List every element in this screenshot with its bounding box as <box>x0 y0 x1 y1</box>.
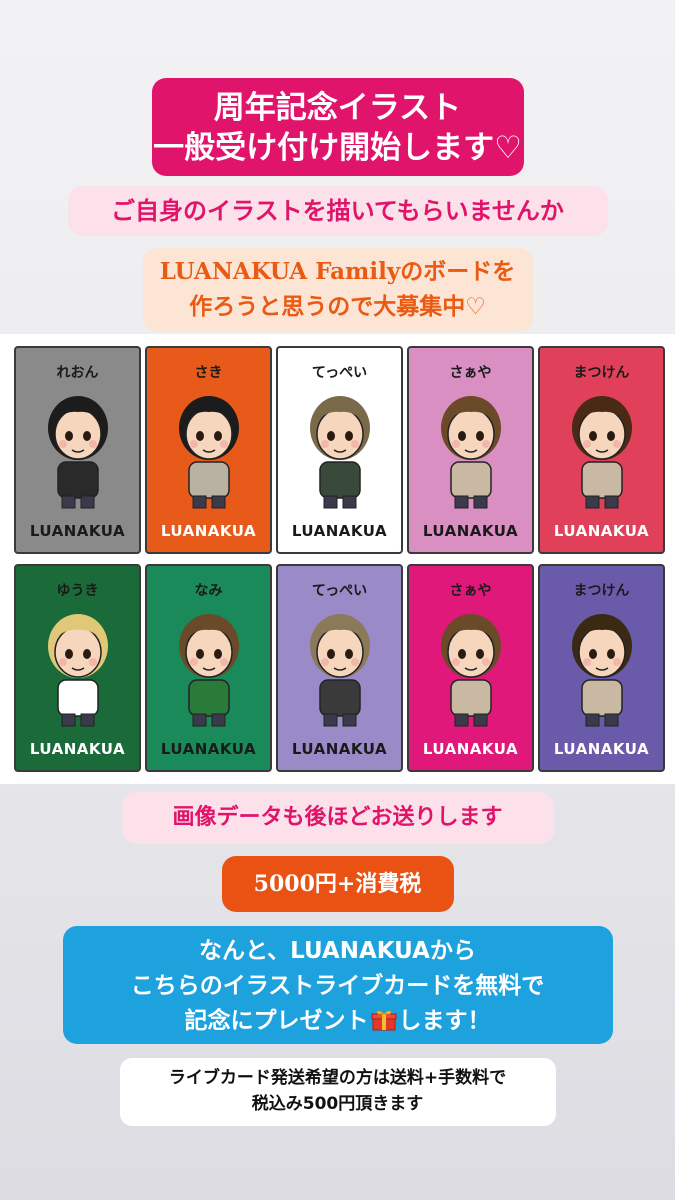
member-name: てっぺい <box>311 583 368 599</box>
member-card: さぁや LUANAKUA <box>407 564 534 772</box>
member-name: なみ <box>194 583 223 599</box>
present-line-2: こちらのイラストライブカードを無料で <box>130 973 545 999</box>
member-card: れおん LUANAKUA <box>14 346 141 554</box>
card-logo-text: LUANAKUA <box>422 522 519 540</box>
member-name: さぁや <box>449 583 492 599</box>
card-logo-text: LUANAKUA <box>422 740 519 758</box>
shipping-banner: ライブカード発送希望の方は送料+手数料で 税込み500円頂きます <box>119 1058 556 1126</box>
member-card: てっぺい LUANAKUA <box>276 346 403 554</box>
recruit-line-1: LUANAKUA Familyのボードを <box>159 258 516 285</box>
member-name: さき <box>194 365 223 381</box>
member-card: まつけん LUANAKUA <box>538 346 665 554</box>
card-logo-text: LUANAKUA <box>553 740 650 758</box>
member-card: なみ LUANAKUA <box>145 564 272 772</box>
member-name: れおん <box>56 365 99 381</box>
chibi-avatar-illustration <box>178 396 239 509</box>
card-logo-text: LUANAKUA <box>291 522 388 540</box>
member-name: ゆうき <box>56 583 99 599</box>
shipping-line-2: 税込み500円頂きます <box>251 1094 424 1114</box>
image-data-banner: 画像データも後ほどお送りします <box>121 792 554 844</box>
recruit-banner: LUANAKUA Familyのボードを 作ろうと思うので大募集中♡ <box>142 248 533 332</box>
chibi-avatar-illustration <box>440 614 501 727</box>
chibi-avatar-illustration <box>47 614 108 727</box>
illustration-board: れおん LUANAKUA さき LUANAKUA てっぺい LUANAKUA さぁや LUAN… <box>0 334 675 784</box>
present-line-3: 記念にプレゼント します！ <box>63 1004 613 1039</box>
member-card: さぁや LUANAKUA <box>407 346 534 554</box>
chibi-avatar-illustration <box>47 396 108 509</box>
member-name: てっぺい <box>311 365 368 381</box>
shipping-line-1: ライブカード発送希望の方は送料+手数料で <box>168 1068 507 1088</box>
member-name: まつけん <box>573 583 630 599</box>
member-card: さき LUANAKUA <box>145 346 272 554</box>
gift-box-icon <box>371 1010 396 1031</box>
present-line-1: なんと、LUANAKUAから <box>199 938 476 964</box>
present-banner: なんと、LUANAKUAから こちらのイラストライブカードを無料で 記念にプレゼ… <box>62 926 613 1044</box>
card-logo-text: LUANAKUA <box>29 522 126 540</box>
card-logo-text: LUANAKUA <box>160 740 257 758</box>
chibi-avatar-illustration <box>571 614 632 727</box>
chibi-avatar-illustration <box>309 396 370 509</box>
card-logo-text: LUANAKUA <box>553 522 650 540</box>
recruit-line-2: 作ろうと思うので大募集中♡ <box>189 293 486 320</box>
member-card: ゆうき LUANAKUA <box>14 564 141 772</box>
chibi-avatar-illustration <box>309 614 370 727</box>
title-line-1: 周年記念イラスト <box>213 90 462 126</box>
title-line-2: 一般受け付け開始します♡ <box>153 130 522 166</box>
present-line-3b: します！ <box>398 1008 491 1034</box>
chibi-avatar-illustration <box>571 396 632 509</box>
subtitle-text: ご自身のイラストを描いてもらいませんか <box>111 197 564 225</box>
present-line-3a: 記念にプレゼント <box>184 1008 369 1034</box>
price-banner: 5000円+消費税 <box>221 856 454 912</box>
card-logo-text: LUANAKUA <box>160 522 257 540</box>
subtitle-banner: ご自身のイラストを描いてもらいませんか <box>67 186 608 236</box>
member-card: てっぺい LUANAKUA <box>276 564 403 772</box>
title-banner: 周年記念イラスト 一般受け付け開始します♡ <box>151 78 524 176</box>
card-logo-text: LUANAKUA <box>291 740 388 758</box>
member-name: まつけん <box>573 365 630 381</box>
chibi-avatar-illustration <box>178 614 239 727</box>
card-logo-text: LUANAKUA <box>29 740 126 758</box>
price-text: 5000円+消費税 <box>253 871 422 897</box>
member-card: まつけん LUANAKUA <box>538 564 665 772</box>
chibi-avatar-illustration <box>440 396 501 509</box>
member-name: さぁや <box>449 365 492 381</box>
image-data-text: 画像データも後ほどお送りします <box>172 805 503 830</box>
